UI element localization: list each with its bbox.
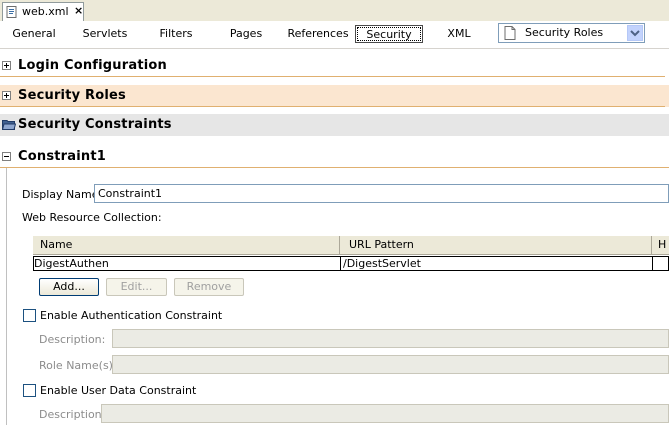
- column-header-h[interactable]: H: [658, 238, 666, 251]
- display-name-label: Display Name:: [22, 188, 103, 201]
- chevron-down-icon[interactable]: [627, 25, 643, 41]
- view-pages-button[interactable]: Pages: [222, 25, 270, 43]
- constraint1-section[interactable]: Constraint1: [0, 146, 669, 168]
- cell-separator: [652, 257, 653, 270]
- section-title: Login Configuration: [18, 58, 167, 73]
- cell-name: DigestAuthen: [34, 257, 109, 270]
- close-icon[interactable]: ×: [74, 4, 83, 17]
- folder-open-icon: [2, 120, 16, 130]
- document-icon: [504, 26, 516, 40]
- view-references-button[interactable]: References: [284, 25, 352, 43]
- auth-description-label: Description:: [39, 333, 106, 346]
- tree-guide-line: [6, 168, 7, 425]
- view-servlets-button[interactable]: Servlets: [78, 25, 132, 43]
- editor-tab-web-xml[interactable]: web.xml ×: [2, 2, 84, 21]
- section-title: Constraint1: [18, 149, 107, 164]
- remove-button[interactable]: Remove: [174, 278, 244, 296]
- user-data-description-label: Description:: [39, 408, 106, 421]
- column-separator[interactable]: [651, 236, 652, 255]
- column-header-name[interactable]: Name: [40, 238, 72, 251]
- user-data-constraint-label: Enable User Data Constraint: [40, 384, 197, 397]
- view-xml-button[interactable]: XML: [438, 25, 480, 43]
- section-title: Security Constraints: [18, 117, 172, 132]
- security-roles-section[interactable]: Security Roles: [0, 85, 669, 107]
- table-header: Name URL Pattern H: [33, 236, 669, 255]
- section-title: Security Roles: [18, 88, 126, 103]
- section-divider: [0, 76, 665, 77]
- cell-separator: [340, 257, 341, 270]
- security-constraints-section[interactable]: Security Constraints: [0, 114, 669, 136]
- xml-file-icon: [6, 6, 17, 18]
- view-security-button[interactable]: Security: [355, 25, 423, 43]
- cell-url-pattern: /DigestServlet: [343, 257, 421, 270]
- expand-icon[interactable]: [2, 61, 11, 70]
- column-header-url-pattern[interactable]: URL Pattern: [349, 238, 414, 251]
- web-resource-collection-label: Web Resource Collection:: [22, 211, 162, 224]
- user-data-description-input[interactable]: [101, 404, 669, 423]
- editor-tab-label: web.xml: [22, 5, 69, 18]
- role-names-input[interactable]: [112, 355, 669, 374]
- section-select-value: Security Roles: [525, 26, 604, 39]
- expand-icon[interactable]: [2, 91, 11, 100]
- column-separator[interactable]: [339, 236, 340, 255]
- role-names-label: Role Name(s):: [39, 359, 117, 372]
- editor-tab-strip: web.xml ×: [0, 0, 669, 22]
- view-toolbar: General Servlets Filters Pages Reference…: [0, 21, 669, 49]
- display-name-input[interactable]: Constraint1: [94, 184, 669, 203]
- view-filters-button[interactable]: Filters: [152, 25, 200, 43]
- add-button[interactable]: Add...: [39, 278, 99, 296]
- table-row[interactable]: DigestAuthen /DigestServlet: [33, 256, 669, 271]
- view-general-button[interactable]: General: [8, 25, 60, 43]
- auth-description-input[interactable]: [112, 329, 669, 348]
- section-divider: [0, 167, 669, 168]
- collapse-icon[interactable]: [2, 152, 11, 161]
- section-select[interactable]: Security Roles: [498, 23, 645, 43]
- auth-constraint-checkbox[interactable]: [23, 309, 36, 322]
- auth-constraint-label: Enable Authentication Constraint: [40, 309, 223, 322]
- user-data-constraint-checkbox[interactable]: [23, 384, 36, 397]
- edit-button[interactable]: Edit...: [106, 278, 167, 296]
- section-divider: [0, 106, 665, 107]
- login-configuration-section[interactable]: Login Configuration: [0, 55, 669, 77]
